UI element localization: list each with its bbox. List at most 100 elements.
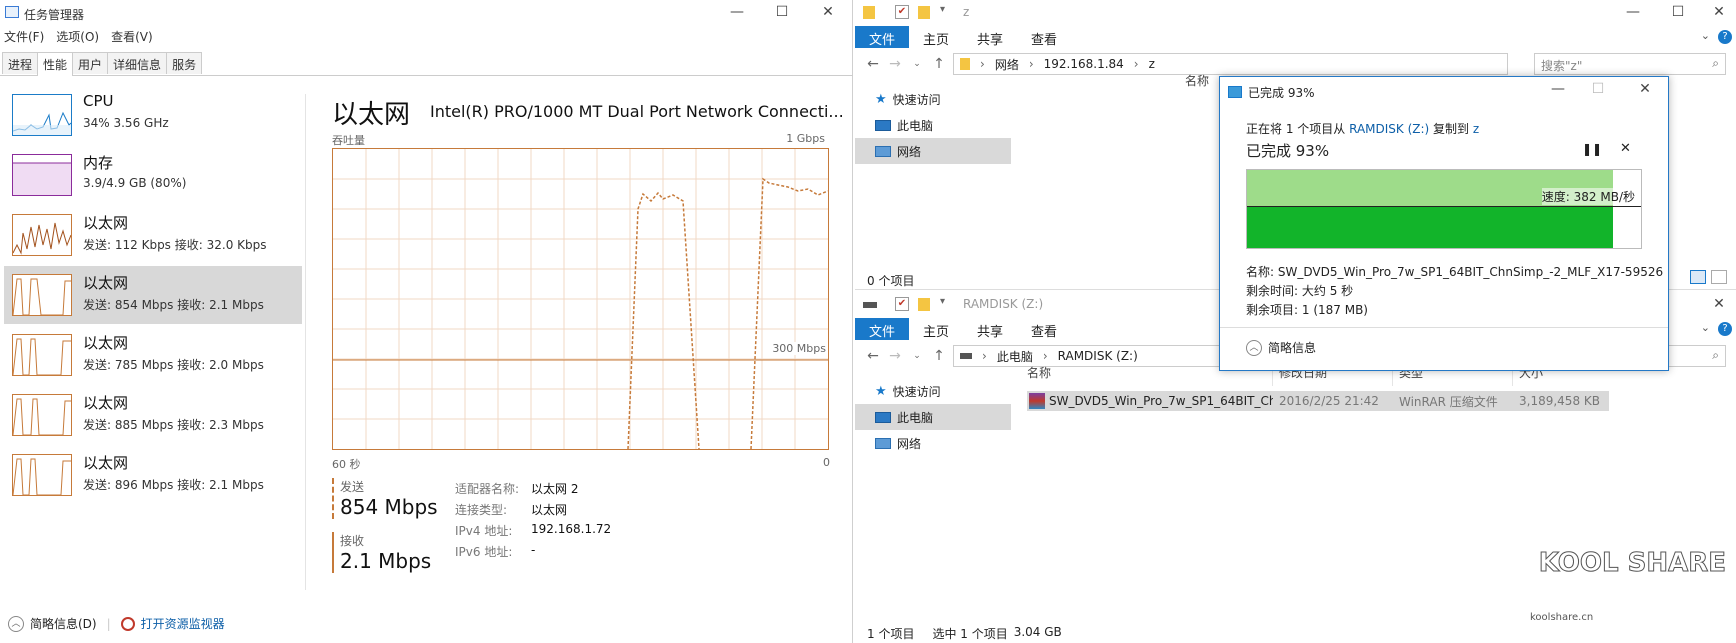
- close-button[interactable]: ✕: [808, 4, 848, 20]
- close-button[interactable]: ✕: [1699, 4, 1736, 20]
- sidebar-item-sub: 发送: 785 Mbps 接收: 2.0 Mbps: [83, 358, 264, 372]
- file-name: SW_DVD5_Win_Pro_7w_SP1_64BIT_Ch...: [1049, 394, 1273, 408]
- sidebar-item-cpu[interactable]: CPU 34% 3.56 GHz: [4, 86, 302, 144]
- breadcrumb-network[interactable]: 网络: [995, 56, 1019, 73]
- tab-performance[interactable]: 性能: [37, 52, 74, 76]
- nav-label: 快速访问: [892, 384, 941, 399]
- tab-users[interactable]: 用户: [72, 52, 109, 74]
- details-view-icon[interactable]: [1690, 270, 1706, 284]
- column-header-name[interactable]: 名称: [1185, 72, 1209, 89]
- ribbon-tab-share[interactable]: 共享: [963, 26, 1018, 48]
- search-box[interactable]: 搜索"z" ⌕: [1534, 53, 1726, 75]
- address-bar[interactable]: › 网络 › 192.168.1.84 › z: [953, 53, 1508, 75]
- time-value: 大约 5 秒: [1301, 284, 1354, 298]
- ribbon-tab-view[interactable]: 查看: [1017, 318, 1072, 340]
- sidebar-item-memory[interactable]: 内存 3.9/4.9 GB (80%): [4, 146, 302, 204]
- max-label: 1 Gbps: [786, 132, 825, 145]
- back-icon[interactable]: ←: [865, 56, 881, 72]
- maximize-button[interactable]: ☐: [1658, 4, 1698, 20]
- navigation-pane: ★ 快速访问 此电脑 网络: [855, 86, 1011, 164]
- tab-processes[interactable]: 进程: [2, 52, 39, 74]
- fewer-details-toggle[interactable]: ︿ 简略信息: [1246, 339, 1316, 356]
- copy-progress-dialog: 已完成 93% — ☐ ✕ 正在将 1 个项目从 RAMDISK (Z:) 复制…: [1219, 76, 1669, 371]
- minimize-button[interactable]: —: [1538, 81, 1578, 97]
- up-icon[interactable]: ↑: [931, 348, 947, 364]
- ribbon-tab-file[interactable]: 文件: [855, 318, 909, 340]
- summary-toggle[interactable]: ︿ 简略信息(D): [8, 615, 97, 632]
- receive-stat: 接收 2.1 Mbps: [332, 532, 431, 573]
- large-icons-view-icon[interactable]: [1711, 270, 1727, 284]
- nav-label: 快速访问: [892, 92, 941, 107]
- forward-icon[interactable]: →: [887, 348, 903, 364]
- menu-file[interactable]: 文件(F): [4, 28, 44, 45]
- nav-this-pc[interactable]: 此电脑: [855, 112, 1011, 138]
- window-title: 任务管理器: [24, 8, 85, 22]
- ribbon-tab-home[interactable]: 主页: [909, 318, 964, 340]
- status-item-count: 1 个项目: [867, 627, 915, 641]
- sidebar-item-ethernet-1[interactable]: 以太网 发送: 112 Kbps 接收: 32.0 Kbps: [4, 206, 302, 264]
- resource-monitor-link[interactable]: 打开资源监视器: [120, 615, 225, 632]
- new-folder-icon[interactable]: [918, 298, 930, 311]
- expand-ribbon-icon[interactable]: ⌄: [1696, 26, 1714, 48]
- resource-monitor-label: 打开资源监视器: [140, 617, 225, 631]
- menu-options[interactable]: 选项(O): [56, 28, 99, 45]
- nav-network[interactable]: 网络: [855, 138, 1011, 164]
- file-name-cell: SW_DVD5_Win_Pro_7w_SP1_64BIT_Ch...: [1027, 393, 1273, 409]
- info-label: 连接类型:: [455, 503, 508, 517]
- ribbon-tabs: 文件 主页 共享 查看 ⌄ ?: [855, 26, 1736, 48]
- nav-this-pc[interactable]: 此电脑: [855, 404, 1011, 430]
- nav-network[interactable]: 网络: [855, 430, 1011, 456]
- copy-source-link[interactable]: RAMDISK (Z:): [1349, 122, 1429, 136]
- help-icon[interactable]: ?: [1714, 318, 1736, 340]
- help-icon[interactable]: ?: [1714, 26, 1736, 48]
- speed-line: [1247, 206, 1641, 207]
- ribbon-tab-home[interactable]: 主页: [909, 26, 964, 48]
- drive-icon: [863, 302, 877, 308]
- receive-value: 2.1 Mbps: [340, 549, 432, 573]
- nav-quick-access[interactable]: ★ 快速访问: [855, 86, 1011, 112]
- breadcrumb-host[interactable]: 192.168.1.84: [1044, 57, 1124, 71]
- copy-dest-link[interactable]: z: [1473, 122, 1479, 136]
- menu-view[interactable]: 查看(V): [111, 28, 153, 45]
- network-folder-icon: [960, 58, 970, 70]
- send-stat: 发送 854 Mbps: [332, 478, 438, 519]
- quick-access-dropdown-icon[interactable]: ▾: [940, 4, 945, 15]
- tab-services[interactable]: 服务: [166, 52, 203, 74]
- close-button[interactable]: ✕: [1699, 296, 1736, 312]
- recent-dropdown-icon[interactable]: ⌄: [909, 59, 925, 69]
- breadcrumb-drive[interactable]: RAMDISK (Z:): [1058, 349, 1138, 363]
- quick-access-dropdown-icon[interactable]: ▾: [940, 296, 945, 307]
- maximize-button: ☐: [1591, 81, 1605, 97]
- expand-ribbon-icon[interactable]: ⌄: [1696, 318, 1714, 340]
- minimize-button[interactable]: —: [717, 4, 757, 20]
- breadcrumb-this-pc[interactable]: 此电脑: [997, 348, 1033, 365]
- sidebar-item-ethernet-2[interactable]: 以太网 发送: 854 Mbps 接收: 2.1 Mbps: [4, 266, 302, 324]
- breadcrumb-folder[interactable]: z: [1149, 57, 1155, 71]
- ribbon-tab-share[interactable]: 共享: [963, 318, 1018, 340]
- resource-monitor-icon: [120, 616, 135, 631]
- sidebar-item-sub: 3.9/4.9 GB (80%): [83, 176, 187, 190]
- properties-icon[interactable]: ✔: [895, 297, 909, 311]
- recent-dropdown-icon[interactable]: ⌄: [909, 351, 925, 361]
- ribbon-tab-view[interactable]: 查看: [1017, 26, 1072, 48]
- new-folder-icon[interactable]: [918, 6, 930, 19]
- forward-icon[interactable]: →: [887, 56, 903, 72]
- maximize-button[interactable]: ☐: [762, 4, 802, 20]
- back-icon[interactable]: ←: [865, 348, 881, 364]
- tab-details[interactable]: 详细信息: [107, 52, 168, 74]
- sidebar-item-ethernet-3[interactable]: 以太网 发送: 785 Mbps 接收: 2.0 Mbps: [4, 326, 302, 384]
- pause-button[interactable]: ❚❚: [1582, 142, 1602, 156]
- cancel-button[interactable]: ✕: [1620, 141, 1631, 156]
- minimize-button[interactable]: —: [1613, 4, 1653, 20]
- properties-icon[interactable]: ✔: [895, 5, 909, 19]
- ribbon-tab-file[interactable]: 文件: [855, 26, 909, 48]
- sidebar-item-ethernet-5[interactable]: 以太网 发送: 896 Mbps 接收: 2.1 Mbps: [4, 446, 302, 504]
- up-icon[interactable]: ↑: [931, 56, 947, 72]
- summary-label: 简略信息(D): [30, 617, 97, 631]
- status-bar: 1 个项目 选中 1 个项目 3.04 GB: [867, 625, 1062, 642]
- close-button[interactable]: ✕: [1625, 81, 1665, 97]
- table-row[interactable]: SW_DVD5_Win_Pro_7w_SP1_64BIT_Ch... 2016/…: [1027, 391, 1609, 411]
- network-icon: [875, 145, 891, 157]
- sidebar-item-ethernet-4[interactable]: 以太网 发送: 885 Mbps 接收: 2.3 Mbps: [4, 386, 302, 444]
- nav-quick-access[interactable]: ★ 快速访问: [855, 378, 1011, 404]
